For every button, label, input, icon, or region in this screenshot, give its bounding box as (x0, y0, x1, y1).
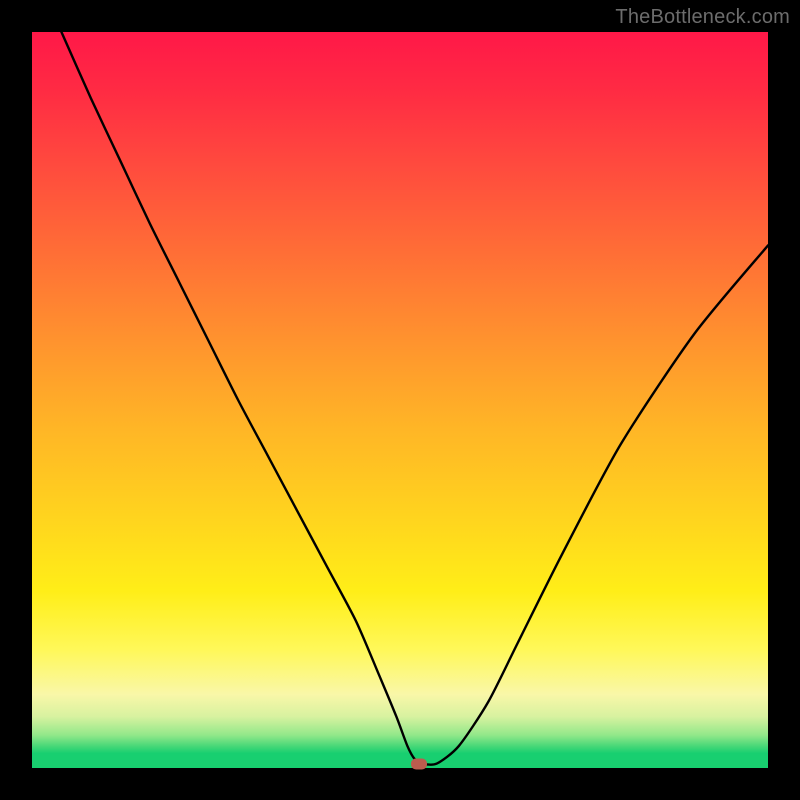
minimum-marker (411, 758, 427, 769)
watermark-text: TheBottleneck.com (615, 6, 790, 29)
bottleneck-curve (32, 32, 768, 768)
plot-area (32, 32, 768, 768)
chart-frame: TheBottleneck.com (0, 0, 800, 800)
